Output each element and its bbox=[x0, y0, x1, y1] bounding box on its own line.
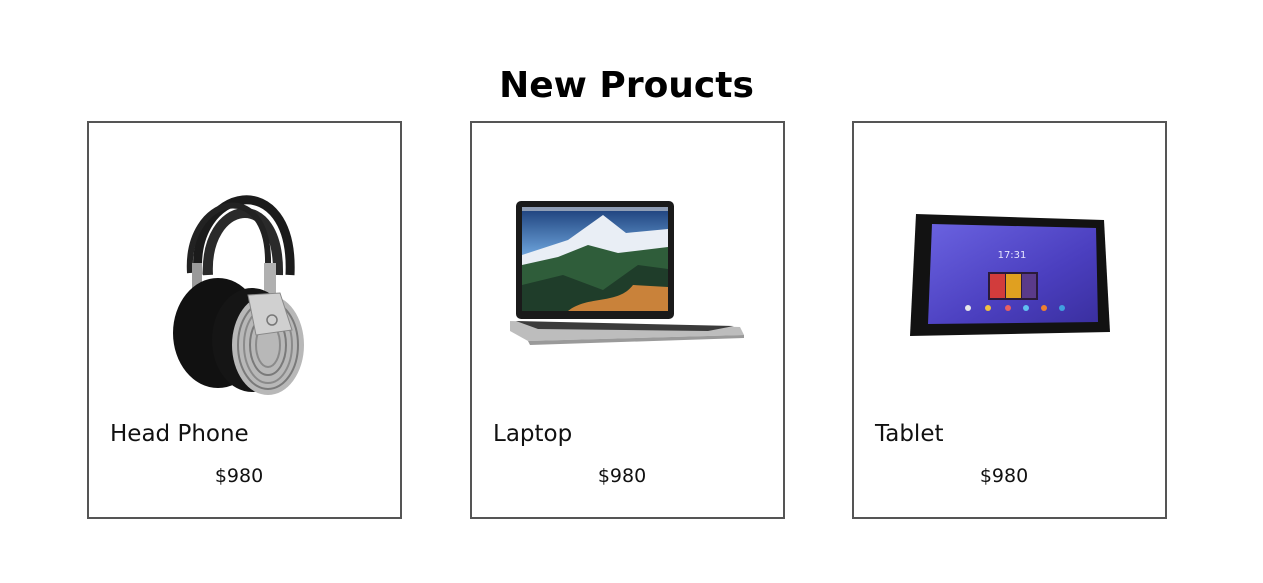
product-card-tablet[interactable]: 17:31 Tablet $980 bbox=[852, 121, 1167, 519]
product-price: $980 bbox=[597, 465, 647, 487]
product-card-headphone[interactable]: Head Phone $980 bbox=[87, 121, 402, 519]
product-price: $980 bbox=[979, 465, 1029, 487]
tablet-clock: 17:31 bbox=[997, 250, 1026, 261]
page-title: New Proucts bbox=[499, 65, 754, 106]
product-name: Head Phone bbox=[110, 421, 249, 447]
product-name: Tablet bbox=[875, 421, 944, 447]
laptop-image[interactable] bbox=[472, 145, 783, 405]
tablet-image[interactable]: 17:31 bbox=[854, 145, 1165, 405]
headphone-image[interactable] bbox=[89, 145, 400, 405]
product-card-laptop[interactable]: Laptop $980 bbox=[470, 121, 785, 519]
product-price: $980 bbox=[214, 465, 264, 487]
product-name: Laptop bbox=[493, 421, 573, 447]
